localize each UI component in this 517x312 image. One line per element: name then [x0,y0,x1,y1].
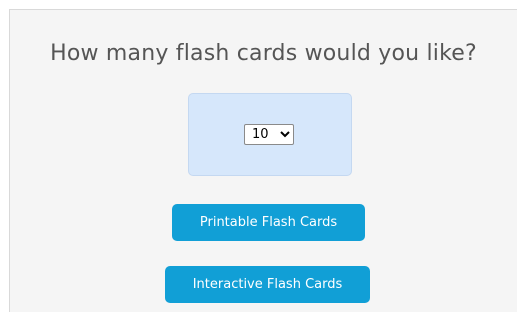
printable-flash-cards-button[interactable]: Printable Flash Cards [172,204,365,241]
card-count-select[interactable]: 10 [244,124,294,145]
card-count-container: 10 [188,93,352,176]
interactive-flash-cards-button[interactable]: Interactive Flash Cards [165,266,370,303]
page-title: How many flash cards would you like? [50,41,477,66]
flash-card-panel: How many flash cards would you like? 10 … [9,9,517,312]
